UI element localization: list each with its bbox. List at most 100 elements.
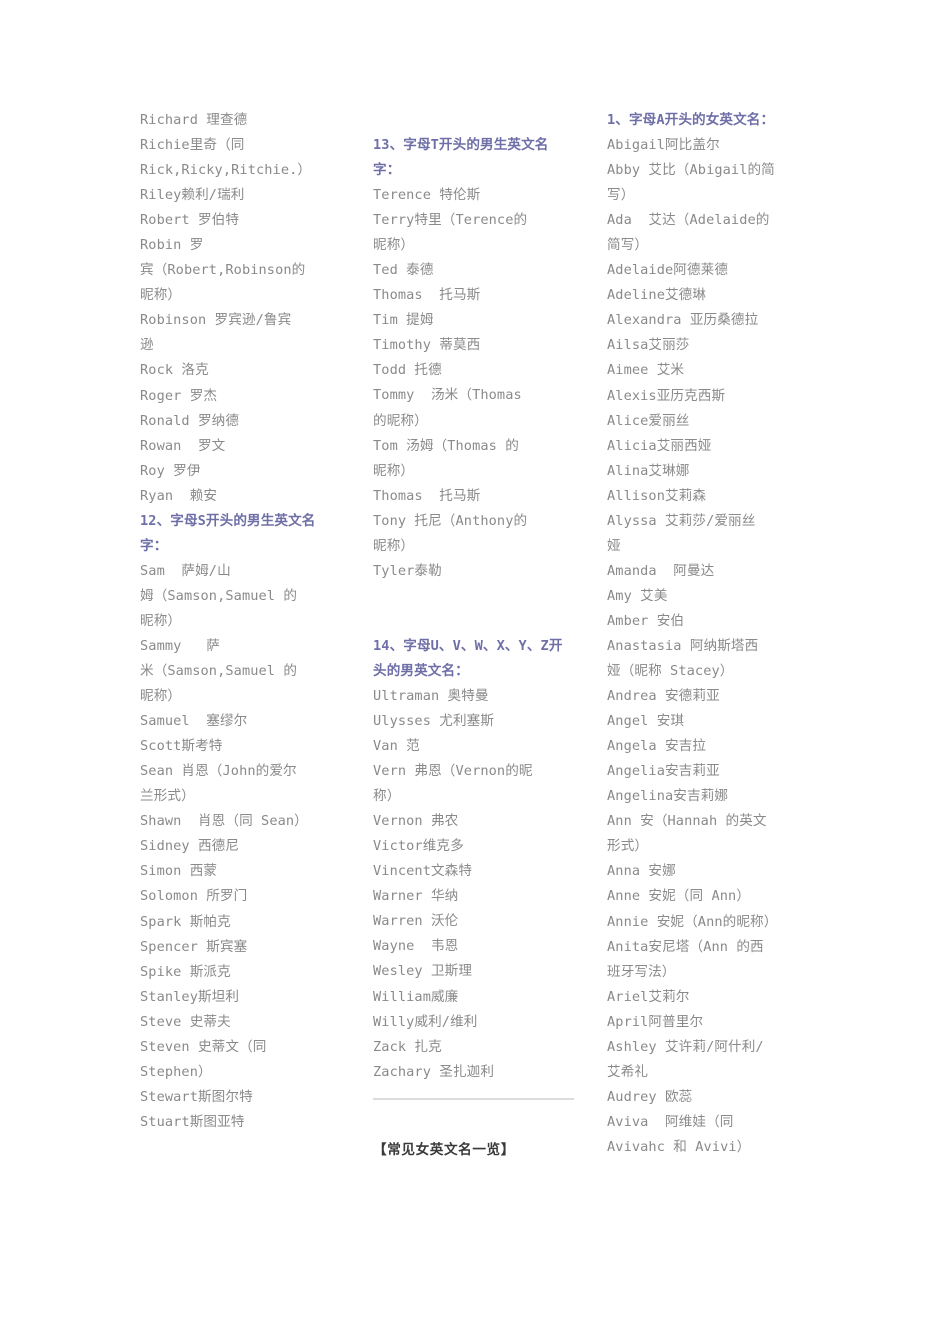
name-entry-line: Aimee 艾米 xyxy=(607,362,685,379)
name-entry-line: 兰形式） xyxy=(140,788,195,805)
name-entry-line: Timothy 蒂莫西 xyxy=(373,337,481,354)
section-heading: 1、字母A开头的女英文名： xyxy=(607,112,775,128)
female-names-section-title: 【常见女英文名一览】 xyxy=(373,1141,515,1158)
name-entry-line: Alicia艾丽西娅 xyxy=(607,437,712,454)
name-entry-line: Tim 提姆 xyxy=(373,312,434,329)
name-entry-line: Victor维克多 xyxy=(373,838,464,855)
name-entry-line: Ada 艾达（Adelaide的 xyxy=(607,212,770,229)
horizontal-divider xyxy=(373,1097,574,1100)
name-entry-line: Alina艾琳娜 xyxy=(607,462,690,479)
name-entry-line: Roy 罗伊 xyxy=(140,462,201,479)
name-entry-line: 昵称） xyxy=(373,237,415,254)
name-entry-line: Tom 汤姆（Thomas 的 xyxy=(373,437,519,454)
name-entry-line: Ashley 艾许莉/阿什利/ xyxy=(607,1038,764,1055)
name-entry-line: Richie里奇（同 xyxy=(140,137,245,154)
name-entry-line: Stephen） xyxy=(140,1063,212,1080)
name-entry-line: Ariel艾莉尔 xyxy=(607,988,690,1005)
name-entry-line: Steve 史蒂夫 xyxy=(140,1013,231,1030)
name-entry-line: Robert 罗伯特 xyxy=(140,212,240,229)
name-entry-line: Anna 安娜 xyxy=(607,863,676,880)
name-entry-line: Ronald 罗纳德 xyxy=(140,412,240,429)
name-entry-line: Samuel 塞缪尔 xyxy=(140,713,248,730)
name-entry-line: Rick,Ricky,Ritchie.） xyxy=(140,162,312,179)
name-entry-line: Avivahc 和 Avivi） xyxy=(607,1138,751,1155)
name-entry-line: Tyler泰勒 xyxy=(373,562,442,579)
name-entry-line: Vincent文森特 xyxy=(373,863,473,880)
name-entry-line: 逊 xyxy=(140,337,154,354)
name-entry-line: 昵称） xyxy=(373,462,415,479)
name-entry-line: 形式） xyxy=(607,838,649,855)
name-entry-line: 写） xyxy=(607,187,635,204)
name-entry-line: Riley赖利/瑞利 xyxy=(140,187,245,204)
name-entry-line: Vern 弗恩（Vernon的昵 xyxy=(373,763,533,780)
name-entry-line: Abby 艾比（Abigail的简 xyxy=(607,162,775,179)
name-entry-line: Ailsa艾丽莎 xyxy=(607,337,690,354)
name-entry-line: William威廉 xyxy=(373,988,459,1005)
name-entry-line: Rock 洛克 xyxy=(140,362,209,379)
name-entry-line: Annie 安妮（Ann的昵称） xyxy=(607,913,778,930)
name-entry-line: 娅 xyxy=(607,537,621,554)
name-entry-line: Tony 托尼（Anthony的 xyxy=(373,512,528,529)
name-entry-line: Amanda 阿曼达 xyxy=(607,562,715,579)
name-entry-line: Solomon 所罗门 xyxy=(140,888,248,905)
name-entry-line: Sammy 萨 xyxy=(140,637,220,654)
name-entry-line: Alice爱丽丝 xyxy=(607,412,690,429)
name-entry-line: Anastasia 阿纳斯塔西 xyxy=(607,637,759,654)
text-column-3: 1、字母A开头的女英文名： Abigail阿比盖尔 Abby 艾比（Abigail的… xyxy=(588,108,812,1160)
name-entry-line: Terence 特伦斯 xyxy=(373,187,481,204)
name-entry-line: Wayne 韦恩 xyxy=(373,938,459,955)
name-entry-line: Ted 泰德 xyxy=(373,262,434,279)
name-entry-line: 米（Samson,Samuel 的 xyxy=(140,663,298,680)
name-entry-line: 简写） xyxy=(607,237,649,254)
name-entry-line: Thomas 托马斯 xyxy=(373,287,481,304)
name-entry-line: 艾希礼 xyxy=(607,1063,649,1080)
name-entry-line: 昵称） xyxy=(140,612,182,629)
name-entry-line: Angela 安吉拉 xyxy=(607,738,707,755)
name-entry-line: 姆（Samson,Samuel 的 xyxy=(140,587,298,604)
name-entry-line: Vernon 弗农 xyxy=(373,813,459,830)
name-entry-line: Allison艾莉森 xyxy=(607,487,707,504)
name-entry-line: Robin 罗 xyxy=(140,237,204,254)
name-entry-line: Stewart斯图尔特 xyxy=(140,1088,253,1105)
name-entry-line: Spark 斯帕克 xyxy=(140,913,231,930)
name-entry-line: Scott斯考特 xyxy=(140,738,223,755)
name-entry-line: Alexis亚历克西斯 xyxy=(607,387,726,404)
name-entry-line: Amy 艾美 xyxy=(607,587,668,604)
name-entry-line: Ann 安（Hannah 的英文 xyxy=(607,813,767,830)
section-heading: 13、字母T开头的男生英文名字： xyxy=(373,137,549,179)
name-entry-line: Shawn 肖恩（同 Sean） xyxy=(140,813,308,830)
name-entry-line: Wesley 卫斯理 xyxy=(373,963,473,980)
name-entry-line: Richard 理查德 xyxy=(140,112,248,128)
name-entry-line: 娅（昵称 Stacey） xyxy=(607,663,734,680)
name-entry-line: April阿普里尔 xyxy=(607,1013,704,1030)
name-entry-line: 班牙写法） xyxy=(607,963,676,980)
name-entry-line: Ultraman 奥特曼 xyxy=(373,687,489,704)
name-entry-line: Audrey 欧蕊 xyxy=(607,1088,693,1105)
name-entry-line: Anne 安妮（同 Ann） xyxy=(607,888,751,905)
name-entry-line: Spike 斯派克 xyxy=(140,963,231,980)
text-column-2: 13、字母T开头的男生英文名字： Terence 特伦斯 Terry特里（Teren… xyxy=(364,108,588,1163)
name-entry-line: Adeline艾德琳 xyxy=(607,287,707,304)
name-entry-line: Alexandra 亚历桑德拉 xyxy=(607,312,759,329)
name-entry-line: Angel 安琪 xyxy=(607,713,685,730)
name-entry-line: Anita安尼塔（Ann 的西 xyxy=(607,938,764,955)
section-heading: 14、字母U、V、W、X、Y、Z开头的男英文名： xyxy=(373,637,563,679)
name-entry-line: Todd 托德 xyxy=(373,362,442,379)
name-entry-line: 昵称） xyxy=(373,537,415,554)
name-entry-line: Zack 扎克 xyxy=(373,1038,442,1055)
name-entry-line: Abigail阿比盖尔 xyxy=(607,137,720,154)
name-entry-line: Stuart斯图亚特 xyxy=(140,1113,245,1130)
name-entry-line: 宾（Robert,Robinson的 xyxy=(140,262,306,279)
name-entry-line: Warner 华纳 xyxy=(373,888,459,905)
name-entry-line: Spencer 斯宾塞 xyxy=(140,938,248,955)
name-entry-line: Stanley斯坦利 xyxy=(140,988,240,1005)
name-entry-line: Robinson 罗宾逊/鲁宾 xyxy=(140,312,292,329)
name-entry-line: Ulysses 尤利塞斯 xyxy=(373,712,495,729)
name-entry-line: Sidney 西德尼 xyxy=(140,838,240,855)
vertical-spacer xyxy=(373,108,572,133)
name-entry-line: Ryan 赖安 xyxy=(140,487,218,504)
name-entry-line: Willy威利/维利 xyxy=(373,1013,478,1030)
vertical-spacer xyxy=(373,584,572,634)
name-entry-line: Angelina安吉莉娜 xyxy=(607,788,729,805)
name-entry-line: Tommy 汤米（Thomas xyxy=(373,387,522,404)
